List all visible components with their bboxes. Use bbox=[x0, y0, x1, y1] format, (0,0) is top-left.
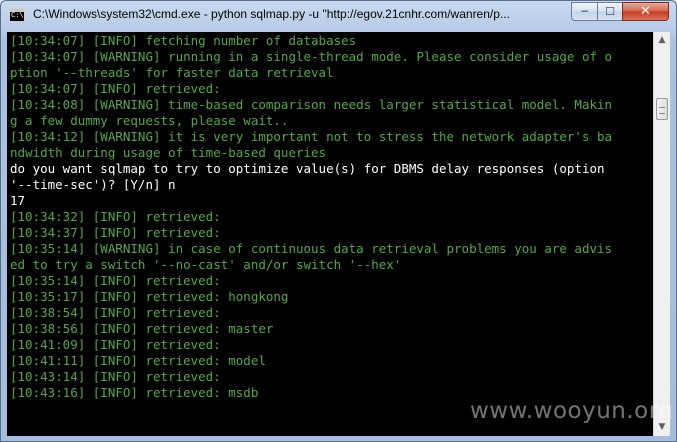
console-line: [10:43:14] [INFO] retrieved: bbox=[10, 369, 221, 384]
console-line: [10:34:12] [WARNING] it is very importan… bbox=[10, 129, 613, 144]
vertical-scrollbar[interactable]: ▲ ▼ bbox=[653, 32, 670, 436]
console-line: [10:35:17] [INFO] retrieved: hongkong bbox=[10, 289, 289, 304]
console-line: [10:34:07] [WARNING] running in a single… bbox=[10, 49, 613, 64]
scroll-up-arrow-icon[interactable]: ▲ bbox=[654, 32, 670, 49]
cmd-window: C:\ C:\Windows\system32\cmd.exe - python… bbox=[0, 0, 677, 442]
console-area[interactable]: [10:34:07] [INFO] fetching number of dat… bbox=[7, 32, 670, 436]
console-line: [10:34:37] [INFO] retrieved: bbox=[10, 225, 221, 240]
console-line: [10:34:32] [INFO] retrieved: bbox=[10, 209, 221, 224]
window-title: C:\Windows\system32\cmd.exe - python sql… bbox=[33, 7, 510, 21]
console-line: [10:38:54] [INFO] retrieved: bbox=[10, 305, 221, 320]
console-line: [10:34:08] [WARNING] time-based comparis… bbox=[10, 97, 613, 112]
console-line: [10:35:14] [WARNING] in case of continuo… bbox=[10, 241, 613, 256]
close-button[interactable]: ✕ bbox=[622, 2, 669, 21]
cmd-app-icon[interactable]: C:\ bbox=[9, 8, 25, 22]
console-line: [10:38:56] [INFO] retrieved: master bbox=[10, 321, 274, 336]
console-line: ed to try a switch '--no-cast' and/or sw… bbox=[10, 257, 402, 272]
console-line: g a few dummy requests, please wait.. bbox=[10, 113, 289, 128]
maximize-button[interactable]: ☐ bbox=[597, 2, 622, 21]
console-line: [10:35:14] [INFO] retrieved: bbox=[10, 273, 221, 288]
console-line: [10:41:11] [INFO] retrieved: model bbox=[10, 353, 266, 368]
console-line: do you want sqlmap to try to optimize va… bbox=[10, 161, 605, 176]
console-line: ndwidth during usage of time-based queri… bbox=[10, 145, 327, 160]
console-line: ption '--threads' for faster data retrie… bbox=[10, 65, 334, 80]
title-bar[interactable]: C:\ C:\Windows\system32\cmd.exe - python… bbox=[1, 1, 676, 31]
console-line: [10:34:07] [INFO] fetching number of dat… bbox=[10, 33, 357, 48]
console-output: [10:34:07] [INFO] fetching number of dat… bbox=[10, 33, 650, 433]
scrollbar-thumb[interactable] bbox=[656, 98, 668, 120]
console-line: [10:34:07] [INFO] retrieved: bbox=[10, 81, 221, 96]
console-line: [10:41:09] [INFO] retrieved: bbox=[10, 337, 221, 352]
console-line: 17 bbox=[10, 193, 26, 208]
console-line: '--time-sec')? [Y/n] n bbox=[10, 177, 176, 192]
minimize-button[interactable]: ─ bbox=[571, 2, 597, 21]
watermark: www.wooyun.org bbox=[470, 398, 674, 424]
